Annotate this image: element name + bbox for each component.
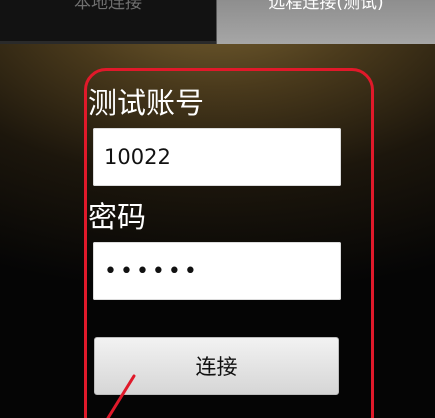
tab-local-connection[interactable]: 本地连接	[0, 0, 216, 44]
tab-bar: 本地连接 远程连接(测试)	[0, 0, 435, 44]
tab-remote-connection[interactable]: 远程连接(测试)	[216, 0, 435, 44]
account-label: 测试账号	[88, 86, 205, 120]
tab-local-label: 本地连接	[74, 0, 142, 13]
password-field[interactable]: ••••••	[93, 242, 341, 300]
connect-button[interactable]: 连接	[94, 337, 339, 395]
password-label: 密码	[88, 200, 147, 234]
tab-remote-label: 远程连接(测试)	[268, 0, 384, 13]
account-field[interactable]: 10022	[93, 128, 341, 186]
remote-connection-screen: 本地连接 远程连接(测试) 测试账号 10022 密码 •••••• 连接	[0, 0, 435, 418]
